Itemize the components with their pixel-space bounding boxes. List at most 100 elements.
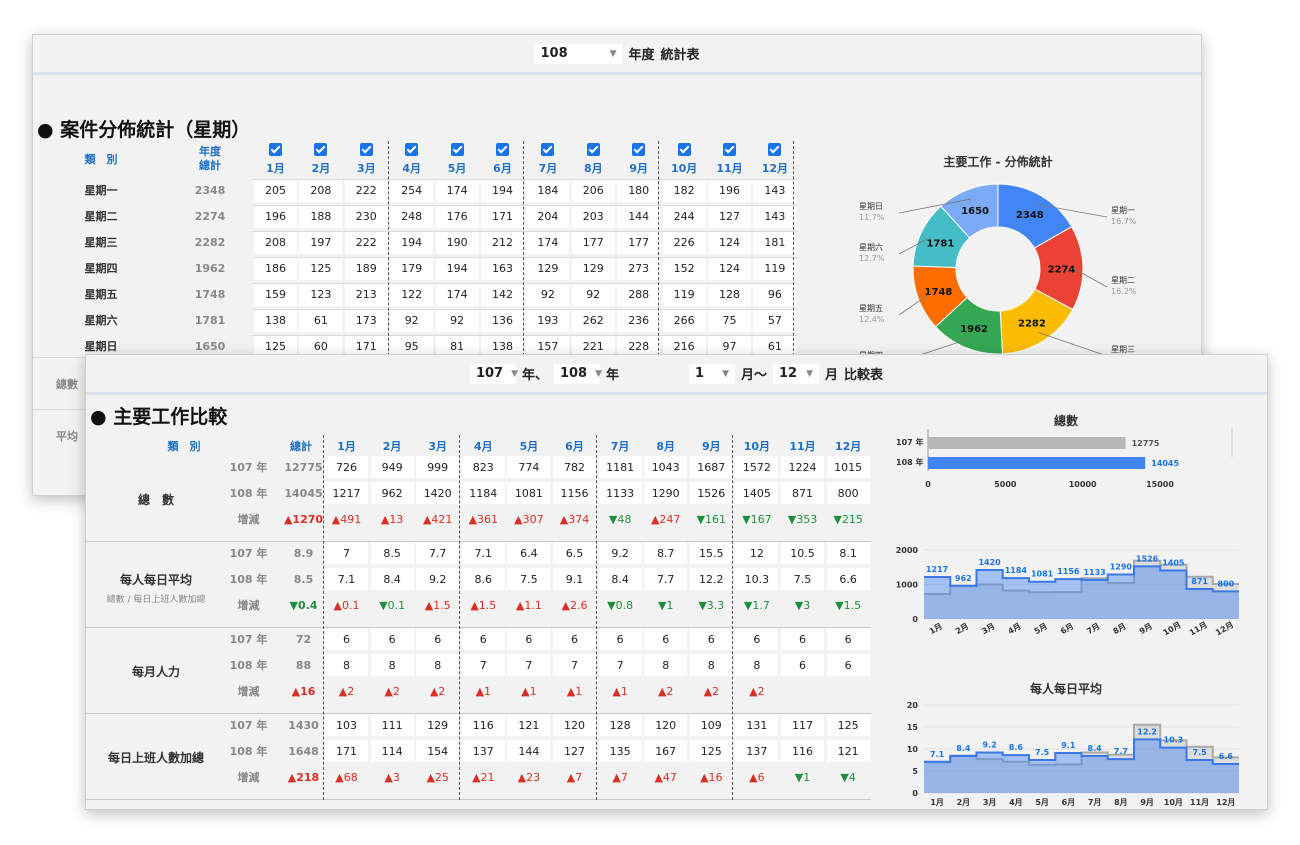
year-suffix: 年度 (628, 48, 655, 63)
y-tick-label: 10 (907, 745, 919, 754)
slice-value-label: 2348 (1016, 210, 1044, 221)
compare-header: 107 ▼ 年、 108 ▼ 年 1 ▼ 月～ 12 ▼ 月 比較表 (86, 355, 1267, 395)
year-dropdown[interactable]: 108 ▼ (534, 43, 623, 64)
month-value: 109 (700, 719, 722, 732)
data-point-label: 1405 (1162, 559, 1185, 568)
month-value: 92 (540, 288, 555, 301)
month-checkbox[interactable] (314, 143, 328, 156)
daily-average-area-chart: 0 5 10 15 20 7.1 8.4 9.2 8.6 7.5 9.1 8.4 7.7 12.2 10.3… (907, 701, 1239, 807)
month-value: 1184 (469, 487, 498, 500)
month-value: 127 (719, 210, 740, 223)
summary-label: 總數 (56, 378, 78, 391)
month-value: 1043 (651, 461, 680, 474)
weekday-label: 星期一 (84, 184, 118, 197)
month-value: 174 (446, 288, 468, 301)
data-point-label: 1217 (926, 565, 948, 574)
year-tag: 增減 (237, 685, 260, 698)
month-value: 12.2 (699, 573, 724, 586)
quarter-divider (732, 435, 733, 800)
month-value: 61 (313, 314, 328, 327)
data-point-label: 1156 (1057, 567, 1080, 576)
month-value: 142 (492, 288, 513, 301)
month-checkbox[interactable] (632, 143, 646, 156)
month-from-dropdown[interactable]: 1 ▼ (688, 363, 735, 384)
month-header: 4月 (473, 440, 493, 453)
month-value: 8.4 (611, 573, 629, 586)
month-checkbox[interactable] (450, 143, 464, 156)
month-checkbox[interactable] (723, 143, 736, 156)
y-tick-label: 0 (912, 615, 918, 624)
year-a-value: 107 (475, 366, 504, 381)
year-a-dropdown[interactable]: 107 ▼ (469, 363, 518, 384)
month-checkbox[interactable] (541, 143, 555, 156)
month-checkbox[interactable] (405, 143, 419, 156)
month-value: 124 (719, 236, 740, 249)
month-checkbox[interactable] (496, 143, 509, 156)
change-value: ▼1.7 (743, 599, 770, 612)
change-value: ▲23 (517, 771, 541, 784)
year-tag: 107 年 (229, 719, 268, 732)
month-value: 7 (525, 659, 533, 672)
x-tick-label: 10月 (1162, 620, 1183, 637)
month-value: 92 (404, 314, 419, 327)
month-checkbox[interactable] (269, 143, 282, 156)
month-value: 177 (628, 236, 650, 249)
month-header: 8月 (656, 440, 676, 453)
x-tick-label: 4月 (1006, 622, 1022, 637)
change-value: ▼3 (794, 599, 811, 612)
change-value: ▲7 (612, 771, 628, 784)
chevron-down-icon: ▼ (806, 368, 813, 379)
month-to-dropdown[interactable]: 12 ▼ (773, 363, 819, 384)
month-value: 6 (844, 659, 852, 672)
month-value: 248 (401, 210, 423, 223)
month-value: 1081 (514, 487, 543, 500)
month-value: 125 (837, 719, 859, 732)
month-value: 129 (582, 262, 604, 275)
month-checkbox[interactable] (768, 143, 782, 156)
month-value: 15.5 (699, 547, 724, 560)
month-value: 180 (628, 184, 650, 197)
month-checkbox[interactable] (586, 143, 600, 156)
change-value: ▲1 (521, 685, 537, 698)
quarter-divider (459, 435, 460, 800)
month-value: 122 (401, 288, 423, 301)
group-divider (86, 799, 871, 800)
month-value: 7 (571, 659, 578, 672)
month-value: 125 (310, 262, 332, 275)
month-checkbox[interactable] (677, 143, 691, 156)
x-tick-label: 6月 (1059, 622, 1075, 637)
month-value: 123 (310, 288, 332, 301)
month-value: 800 (837, 487, 859, 500)
y-tick-label: 15 (907, 723, 919, 732)
month-value: 6.4 (520, 547, 538, 560)
month-value: 774 (518, 461, 540, 474)
month-value: 129 (537, 262, 559, 275)
month-value: 999 (427, 461, 449, 474)
month-checkbox[interactable] (359, 143, 373, 156)
month-value: 171 (336, 745, 357, 758)
month-value: 152 (673, 262, 695, 275)
slice-value-label: 1650 (961, 206, 989, 217)
slice-percent-label: 16.7% (1111, 217, 1137, 226)
month-value: 96 (767, 288, 782, 301)
year-b-dropdown[interactable]: 108 ▼ (553, 363, 602, 384)
x-tick-label: 3月 (980, 622, 996, 637)
month-value: 7.5 (793, 573, 812, 586)
month-header: 5月 (447, 162, 467, 175)
month-value: 1420 (423, 487, 452, 500)
month-value: 782 (564, 461, 585, 474)
month-value: 174 (446, 184, 468, 197)
year-tag: 增減 (237, 599, 260, 612)
change-value: ▼215 (833, 513, 863, 526)
month-value: 6 (662, 633, 670, 646)
year-tag: 增減 (237, 513, 260, 526)
year-b-value: 108 (559, 366, 588, 381)
month-value: 7.7 (656, 573, 675, 586)
month-value: 6.5 (565, 547, 584, 560)
weekday-label: 星期三 (84, 236, 118, 249)
data-point-label: 9.2 (983, 741, 997, 750)
month-header: 7月 (610, 440, 630, 453)
month-value: 6 (707, 633, 715, 646)
change-value: ▲491 (331, 513, 362, 526)
month-value: 75 (722, 314, 737, 327)
